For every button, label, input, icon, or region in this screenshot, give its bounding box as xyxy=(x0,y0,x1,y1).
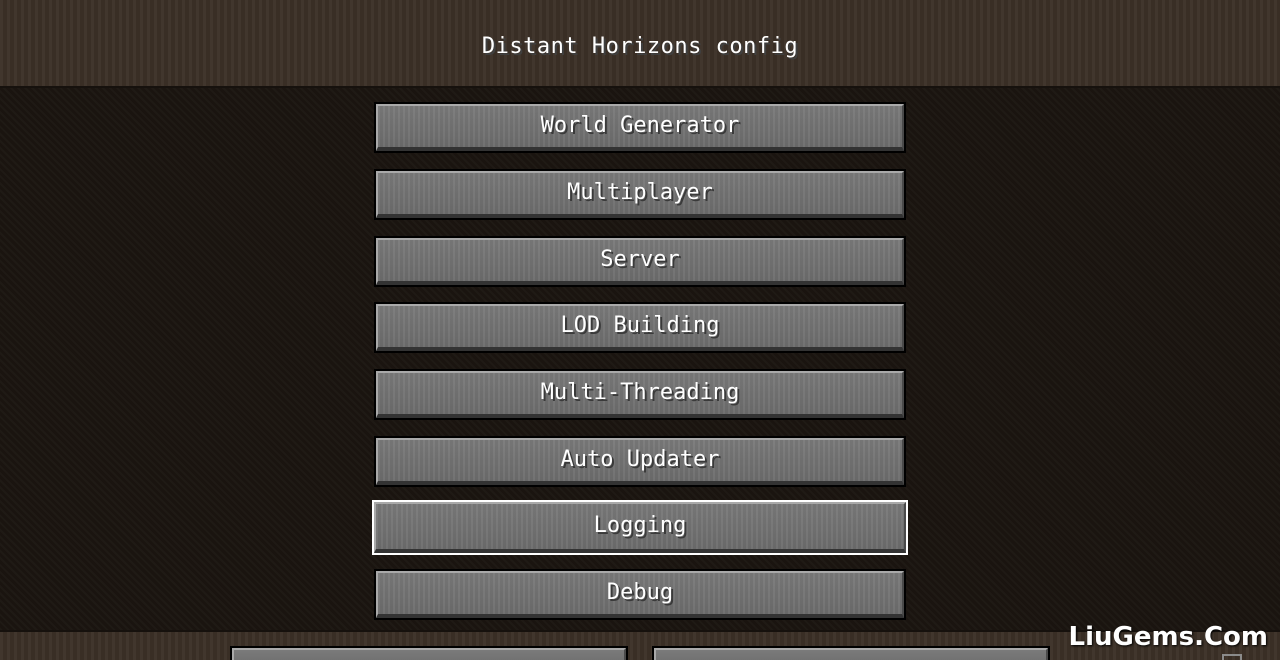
server-button[interactable]: Server xyxy=(374,236,906,287)
auto-updater-button[interactable]: Auto Updater xyxy=(374,436,906,487)
world-generator-button[interactable]: World Generator xyxy=(374,102,906,153)
config-screen: Distant Horizons config World Generator … xyxy=(0,0,1280,660)
debug-button[interactable]: Debug xyxy=(374,569,906,620)
multiplayer-button[interactable]: Multiplayer xyxy=(374,169,906,220)
corner-icon[interactable] xyxy=(1222,654,1242,660)
multi-threading-button[interactable]: Multi-Threading xyxy=(374,369,906,420)
screen-title: Distant Horizons config xyxy=(481,34,799,59)
lod-building-button[interactable]: LOD Building xyxy=(374,302,906,353)
logging-button[interactable]: Logging xyxy=(372,500,908,555)
watermark-logo: LiuGems.Com xyxy=(1068,622,1268,652)
bottom-right-button[interactable] xyxy=(652,646,1050,660)
bottom-left-button[interactable] xyxy=(230,646,628,660)
